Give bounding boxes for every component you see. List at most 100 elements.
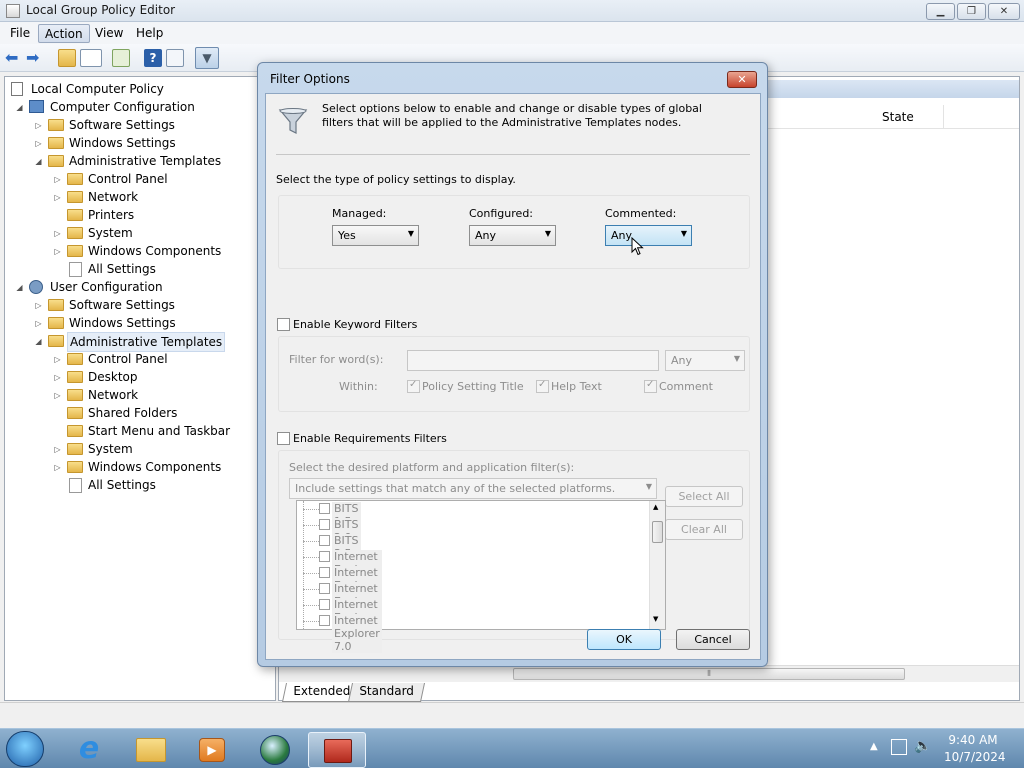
folder-icon [48, 137, 64, 149]
tree-item-all-settings[interactable]: All Settings [5, 260, 265, 278]
managed-dropdown[interactable]: Yes ▼ [332, 225, 419, 246]
scroll-down-arrow-icon[interactable]: ▼ [653, 615, 658, 623]
help-icon[interactable]: ? [144, 49, 162, 67]
tree-item-user-shared-folders[interactable]: Shared Folders [5, 404, 265, 422]
tab-standard[interactable]: Standard [347, 683, 425, 702]
tree-item-system[interactable]: ▷ System [5, 224, 265, 242]
tree-item-user-system[interactable]: ▷ System [5, 440, 265, 458]
tree-item-windows-settings[interactable]: ▷ Windows Settings [5, 134, 265, 152]
expand-arrow-icon[interactable]: ▷ [34, 139, 43, 148]
clock-time[interactable]: 9:40 AM [944, 733, 1002, 747]
platform-match-dropdown[interactable]: Include settings that match any of the s… [289, 478, 657, 499]
file-explorer-icon[interactable] [124, 732, 178, 768]
menu-help[interactable]: Help [130, 24, 169, 43]
ok-button[interactable]: OK [587, 629, 661, 650]
collapse-arrow-icon[interactable]: ◢ [34, 157, 43, 166]
tree-item-windows-components[interactable]: ▷ Windows Components [5, 242, 265, 260]
tree-node-root[interactable]: Local Computer Policy [9, 80, 209, 98]
internet-explorer-icon[interactable]: e [62, 732, 116, 768]
tree-node-user-configuration[interactable]: ◢ User Configuration [5, 278, 265, 296]
dialog-close-button[interactable]: ✕ [727, 71, 757, 88]
enable-keyword-filters-label[interactable]: Enable Keyword Filters [293, 318, 417, 331]
settings-list-icon [69, 262, 82, 277]
enable-requirements-filters-label[interactable]: Enable Requirements Filters [293, 432, 447, 445]
keyword-match-dropdown[interactable]: Any ▼ [665, 350, 745, 371]
folder-icon [48, 317, 64, 329]
expand-arrow-icon[interactable]: ▷ [53, 229, 62, 238]
back-arrow-icon[interactable]: ⬅ [5, 49, 23, 67]
select-all-button[interactable]: Select All [665, 486, 743, 507]
within-comment-checkbox[interactable]: ✓ [644, 379, 657, 393]
expand-arrow-icon[interactable]: ▷ [34, 319, 43, 328]
properties-icon[interactable] [166, 49, 184, 67]
menu-view[interactable]: View [89, 24, 129, 43]
tree-item-administrative-templates[interactable]: ◢ Administrative Templates [5, 152, 265, 170]
tree-item-user-administrative-templates[interactable]: ◢ Administrative Templates [5, 332, 265, 352]
show-hidden-icons-icon[interactable]: ▲ [870, 741, 878, 752]
export-list-icon[interactable] [112, 49, 130, 67]
volume-icon[interactable]: 🔈 [914, 738, 931, 754]
tree-item-user-network[interactable]: ▷ Network [5, 386, 265, 404]
filter-icon[interactable]: ▼ [195, 47, 219, 69]
cancel-button[interactable]: Cancel [676, 629, 750, 650]
tree-item-printers[interactable]: Printers [5, 206, 265, 224]
menu-action[interactable]: Action [38, 24, 90, 43]
group-policy-editor-icon[interactable] [308, 732, 366, 768]
tree-item-control-panel[interactable]: ▷ Control Panel [5, 170, 265, 188]
expand-arrow-icon[interactable]: ▷ [53, 463, 62, 472]
maximize-button[interactable]: ❐ [957, 3, 986, 20]
clock-date[interactable]: 10/7/2024 [944, 750, 1006, 764]
policy-type-prompt: Select the type of policy settings to di… [276, 173, 516, 186]
tree-node-computer-configuration[interactable]: ◢ Computer Configuration [5, 98, 265, 116]
scroll-thumb[interactable] [652, 521, 663, 543]
commented-dropdown[interactable]: Any ▼ [605, 225, 692, 246]
close-window-button[interactable]: ✕ [988, 3, 1020, 20]
column-header-state[interactable]: State [882, 110, 914, 124]
tree-item-user-all-settings[interactable]: All Settings [5, 476, 265, 494]
show-hide-tree-icon[interactable] [80, 49, 102, 67]
within-policy-title-checkbox[interactable]: ✓ [407, 379, 420, 393]
enable-requirements-filters-checkbox[interactable] [277, 432, 290, 445]
tree-item-software-settings[interactable]: ▷ Software Settings [5, 116, 265, 134]
expand-arrow-icon[interactable]: ▷ [53, 175, 62, 184]
platform-list-scrollbar[interactable]: ▲ ▼ [649, 501, 665, 629]
scroll-up-arrow-icon[interactable]: ▲ [653, 503, 658, 511]
expand-arrow-icon[interactable]: ▷ [53, 355, 62, 364]
windows-orb-icon[interactable] [6, 731, 44, 767]
tree-item-user-desktop[interactable]: ▷ Desktop [5, 368, 265, 386]
tree-item-user-software-settings[interactable]: ▷ Software Settings [5, 296, 265, 314]
scrollbar-thumb[interactable]: ⦀ [513, 668, 905, 680]
tree-item-user-windows-settings[interactable]: ▷ Windows Settings [5, 314, 265, 332]
network-tray-icon[interactable] [891, 739, 907, 755]
horizontal-scrollbar[interactable]: ⦀ [279, 665, 1019, 682]
chevron-down-icon: ▼ [733, 354, 740, 363]
media-player-icon[interactable]: ▶ [186, 732, 240, 768]
within-help-text-label: Help Text [551, 380, 602, 393]
expand-arrow-icon[interactable]: ▷ [53, 247, 62, 256]
chevron-down-icon: ▼ [544, 229, 551, 238]
tree-item-user-start-menu[interactable]: Start Menu and Taskbar [5, 422, 265, 440]
network-globe-icon[interactable] [248, 732, 302, 768]
tree-item-user-windows-components[interactable]: ▷ Windows Components [5, 458, 265, 476]
expand-arrow-icon[interactable]: ▷ [53, 391, 62, 400]
menu-bar: File Action View Help [0, 22, 1024, 44]
collapse-arrow-icon[interactable]: ◢ [34, 337, 43, 346]
expand-arrow-icon[interactable]: ▷ [53, 373, 62, 382]
up-folder-icon[interactable] [58, 49, 76, 67]
menu-file[interactable]: File [4, 24, 36, 43]
expand-arrow-icon[interactable]: ▷ [53, 193, 62, 202]
expand-arrow-icon[interactable]: ▷ [53, 445, 62, 454]
expand-arrow-icon[interactable]: ▷ [34, 121, 43, 130]
filter-words-input[interactable] [407, 350, 659, 371]
collapse-arrow-icon[interactable]: ◢ [15, 283, 24, 292]
enable-keyword-filters-checkbox[interactable] [277, 318, 290, 331]
collapse-arrow-icon[interactable]: ◢ [15, 103, 24, 112]
forward-arrow-icon[interactable]: ➡ [26, 49, 44, 67]
expand-arrow-icon[interactable]: ▷ [34, 301, 43, 310]
tree-item-user-control-panel[interactable]: ▷ Control Panel [5, 350, 265, 368]
clear-all-button[interactable]: Clear All [665, 519, 743, 540]
minimize-button[interactable]: ▁ [926, 3, 955, 20]
configured-dropdown[interactable]: Any ▼ [469, 225, 556, 246]
tree-item-network[interactable]: ▷ Network [5, 188, 265, 206]
within-help-text-checkbox[interactable]: ✓ [536, 379, 549, 393]
